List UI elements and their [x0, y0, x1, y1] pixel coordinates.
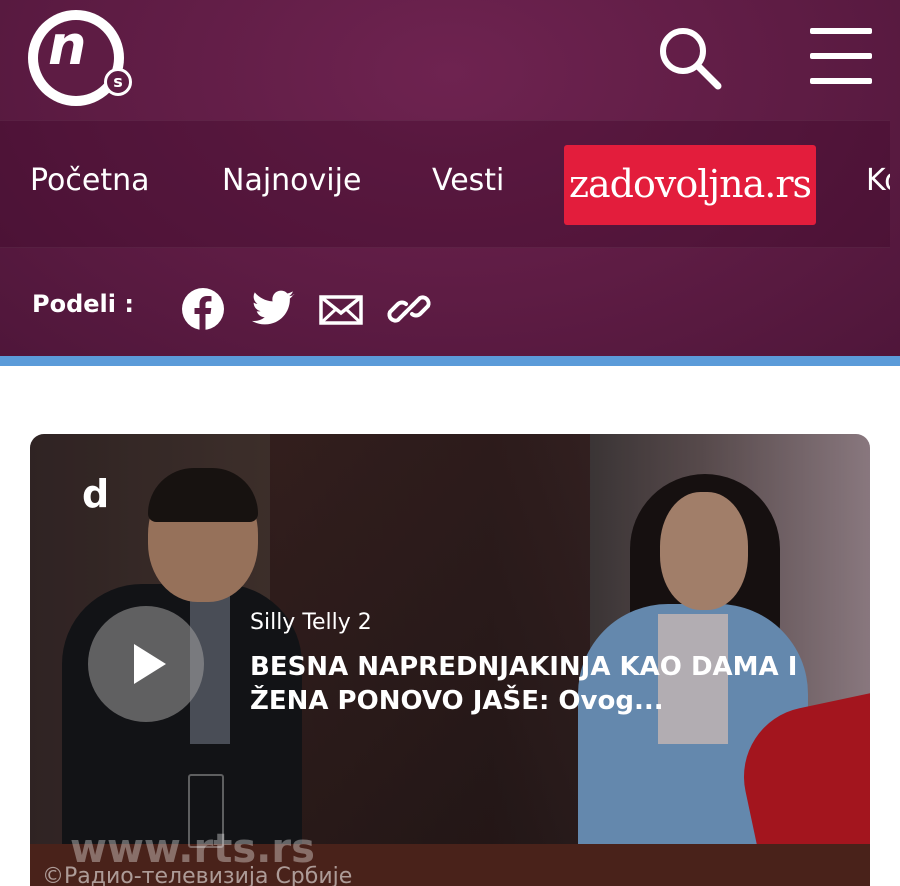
site-logo[interactable]: n s: [28, 10, 132, 106]
logo-letter: n: [48, 14, 87, 77]
header-bar: n s Početna Najnovije Vesti zadovoljna.r…: [0, 0, 900, 360]
video-show-name: Silly Telly 2: [250, 610, 372, 635]
play-icon: [134, 644, 166, 684]
nav-item-pocetna[interactable]: Početna: [30, 163, 150, 198]
nav-item-zadovoljna[interactable]: zadovoljna.rs: [564, 145, 816, 225]
nav-item-partial[interactable]: Ko: [866, 163, 890, 198]
video-card[interactable]: d Silly Telly 2 BESNA NAPREDNJAKINJA KAO…: [30, 434, 870, 886]
share-bar: Podeli :: [0, 276, 900, 338]
link-icon[interactable]: [386, 286, 432, 332]
video-title[interactable]: BESNA NAPREDNJAKINJA KAO DAMA I ŽENA PON…: [250, 650, 850, 718]
facebook-icon[interactable]: [180, 286, 226, 332]
mail-icon[interactable]: [318, 286, 364, 332]
main-navigation: Početna Najnovije Vesti zadovoljna.rs Ko: [0, 120, 890, 248]
nav-item-vesti[interactable]: Vesti: [432, 163, 504, 198]
hamburger-menu-icon[interactable]: [810, 26, 872, 86]
share-label: Podeli :: [32, 290, 134, 318]
search-icon[interactable]: [656, 24, 722, 90]
video-watermark-caption: ©Радио-телевизија Србије: [42, 864, 353, 886]
nav-item-najnovije[interactable]: Najnovije: [222, 163, 361, 198]
logo-sub: s: [104, 68, 132, 96]
channel-logo: d: [82, 472, 110, 516]
play-button[interactable]: [88, 606, 204, 722]
accent-divider: [0, 356, 900, 366]
twitter-icon[interactable]: [250, 286, 296, 332]
